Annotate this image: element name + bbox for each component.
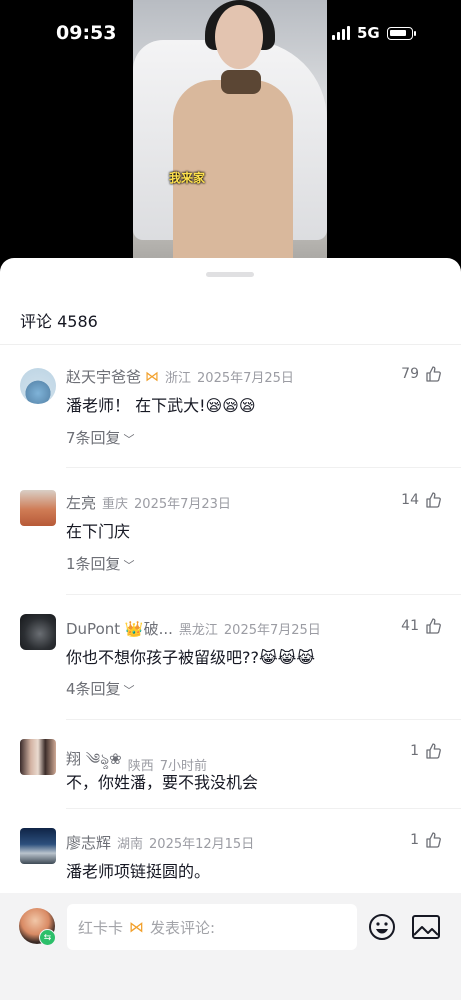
comment-username[interactable]: DuPont 👑破...	[66, 618, 173, 639]
divider	[66, 719, 461, 720]
fan-badge-icon: ⋈	[145, 368, 160, 385]
like-button[interactable]: 79	[401, 366, 441, 382]
comment-meta: 赵天宇爸爸 ⋈ 浙江 2025年7月25日	[66, 366, 294, 387]
comment-location: 浙江	[165, 371, 192, 386]
avatar[interactable]	[20, 828, 56, 864]
avatar[interactable]	[20, 368, 56, 404]
sheet-grabber[interactable]	[206, 272, 254, 277]
view-replies-button[interactable]: 7条回复 ﹀	[66, 427, 135, 448]
replies-label: 7条回复	[66, 429, 121, 447]
emoji-icon[interactable]	[368, 913, 396, 941]
avatar[interactable]	[20, 490, 56, 526]
chevron-down-icon: ﹀	[123, 433, 135, 446]
view-replies-button[interactable]: 1条回复 ﹀	[66, 553, 135, 574]
chevron-down-icon: ﹀	[123, 559, 135, 572]
status-indicators: 5G	[332, 24, 416, 42]
like-count: 14	[401, 492, 419, 508]
divider	[0, 344, 461, 345]
comment-input[interactable]: 红卡卡 ⋈ 发表评论:	[67, 904, 357, 950]
comment-username[interactable]: 廖志辉	[66, 832, 111, 853]
comment-meta: 左亮 重庆 2025年7月23日	[66, 492, 231, 513]
video-subtitle: 我来家	[169, 171, 206, 185]
like-button[interactable]: 14	[401, 492, 441, 508]
comment-text: 你也不想你孩子被留级吧??😹😹😹	[66, 648, 316, 667]
video-frame	[133, 0, 327, 262]
person-head-image	[215, 5, 263, 69]
like-button[interactable]: 1	[410, 832, 441, 848]
comment-meta: 廖志辉 湖南 2025年12月15日	[66, 832, 254, 853]
status-time: 09:53	[56, 22, 117, 44]
like-icon	[426, 743, 441, 759]
input-username: 红卡卡	[78, 918, 124, 937]
signal-icon	[332, 26, 350, 40]
like-icon	[426, 492, 441, 508]
switch-icon[interactable]: ⇆	[39, 929, 56, 946]
replies-label: 1条回复	[66, 555, 121, 573]
comment-location: 湖南	[117, 837, 144, 852]
comment-date: 2025年7月25日	[197, 371, 294, 386]
comment-text: 潘老师！ 在下武大!😪😪😪	[66, 396, 256, 415]
battery-icon	[386, 26, 416, 40]
comment-text: 在下门庆	[66, 522, 131, 541]
chevron-down-icon: ﹀	[123, 684, 135, 697]
divider	[66, 467, 461, 468]
comment-text: 潘老师项链挺圆的。	[66, 862, 211, 881]
like-count: 79	[401, 366, 419, 382]
avatar[interactable]	[20, 739, 56, 775]
like-icon	[426, 366, 441, 382]
like-icon	[426, 618, 441, 634]
comments-sheet: 评论 4586 赵天宇爸爸 ⋈ 浙江 2025年7月25日 79 潘老师！ 在下…	[0, 258, 461, 1000]
avatar[interactable]	[20, 614, 56, 650]
comments-title: 评论 4586	[20, 312, 98, 331]
comment-date: 2025年12月15日	[149, 837, 255, 852]
like-count: 41	[401, 618, 419, 634]
like-count: 1	[410, 743, 419, 759]
comment-input-bar: ⇆ 红卡卡 ⋈ 发表评论:	[0, 893, 461, 1000]
comment-date: 2025年7月23日	[134, 497, 231, 512]
like-button[interactable]: 41	[401, 618, 441, 634]
scarf-image	[221, 70, 261, 94]
image-icon[interactable]	[411, 914, 441, 940]
divider	[66, 594, 461, 595]
comment-username[interactable]: 左亮	[66, 492, 96, 513]
divider	[66, 808, 461, 809]
comment-text: 不，你姓潘，要不我没机会	[66, 773, 259, 792]
comment-date: 2025年7月25日	[223, 623, 321, 638]
fan-badge-icon: ⋈	[129, 918, 145, 936]
like-icon	[426, 832, 441, 848]
comment-meta: DuPont 👑破... 黑龙江 2025年7月25日	[66, 618, 321, 639]
comment-location: 黑龙江	[178, 623, 218, 638]
like-count: 1	[410, 832, 419, 848]
view-replies-button[interactable]: 4条回复 ﹀	[66, 678, 135, 699]
comment-username[interactable]: 赵天宇爸爸	[66, 366, 141, 387]
like-button[interactable]: 1	[410, 743, 441, 759]
replies-label: 4条回复	[66, 680, 121, 698]
input-placeholder: 发表评论:	[150, 918, 216, 937]
network-label: 5G	[357, 24, 380, 42]
comment-location: 重庆	[102, 497, 129, 512]
